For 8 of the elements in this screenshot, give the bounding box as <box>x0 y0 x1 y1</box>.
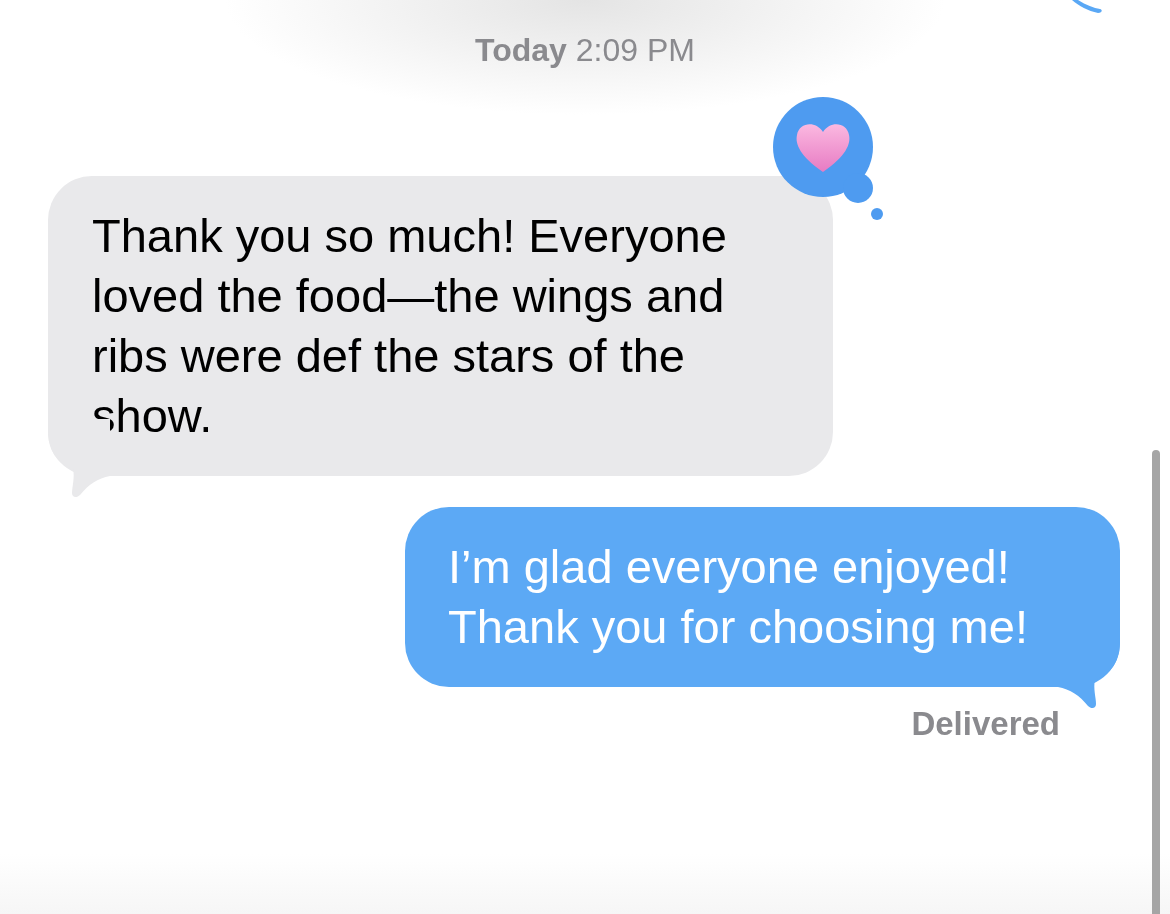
message-text: I’m glad everyone enjoyed! Thank you for choosing me! <box>448 539 1029 655</box>
reaction-badge[interactable] <box>773 97 873 203</box>
delivery-status: Delivered <box>911 704 1060 744</box>
timestamp: Today 2:09 PM <box>475 31 695 70</box>
heart-icon <box>796 124 850 172</box>
badge-dot <box>871 208 883 220</box>
scrollbar-thumb[interactable] <box>1152 450 1160 914</box>
message-bubble-tail <box>1072 0 1102 14</box>
